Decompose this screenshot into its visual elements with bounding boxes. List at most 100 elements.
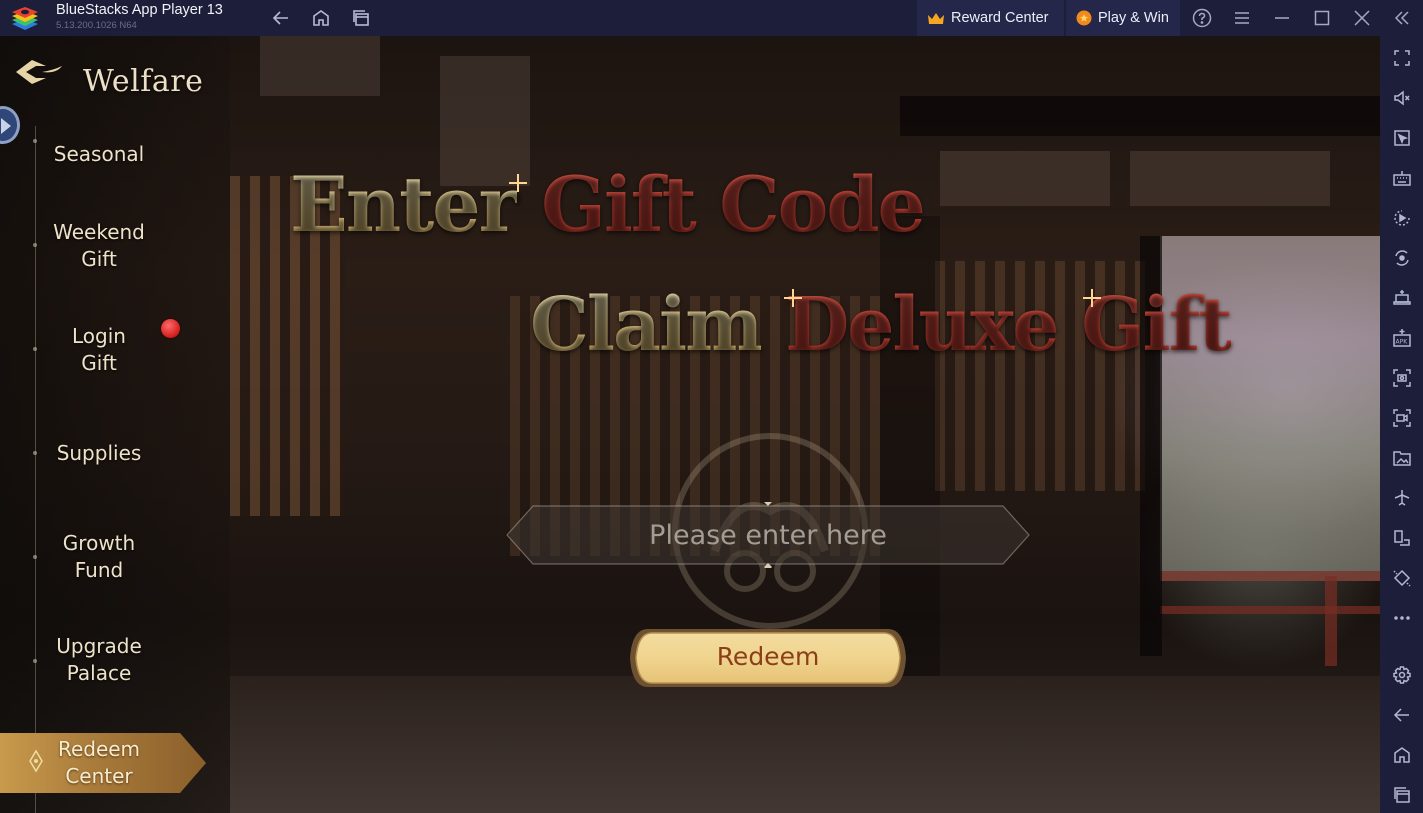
minimize-icon <box>1275 17 1289 19</box>
macro-button[interactable] <box>1390 206 1413 229</box>
welfare-emblem-icon <box>16 60 62 84</box>
volume-mute-icon <box>1393 89 1410 106</box>
headline-claim-deluxe-gift: Claim Deluxe Gift <box>530 282 1233 368</box>
menu-item-label: Seasonal Sign-in <box>53 142 145 166</box>
android-recent-apps-button[interactable] <box>1390 783 1413 806</box>
reward-center-label: Reward Center <box>951 10 1049 26</box>
more-button[interactable] <box>1390 606 1413 629</box>
collapse-sidebar-button[interactable] <box>1390 6 1414 30</box>
headline-red-text: Gift Code <box>541 160 926 249</box>
menu-item-redeem-center[interactable]: Redeem Center <box>0 731 206 795</box>
media-folder-icon <box>1392 450 1411 466</box>
notification-dot <box>161 319 180 338</box>
background-beam <box>900 96 1380 136</box>
sync-button[interactable] <box>1390 246 1413 269</box>
play-win-coin-icon <box>1076 10 1092 26</box>
keyboard-controls-icon <box>1392 170 1411 186</box>
game-controls-icon <box>1392 289 1411 305</box>
close-icon <box>1354 10 1370 26</box>
background-railing <box>1160 571 1380 581</box>
maximize-icon <box>1314 10 1330 26</box>
sync-icon <box>1394 249 1409 266</box>
menu-item-label: Redeem Center <box>57 737 141 788</box>
help-button[interactable] <box>1190 6 1214 30</box>
multi-instance-button[interactable] <box>1390 526 1413 549</box>
svg-text:APK: APK <box>1395 338 1408 345</box>
macro-record-icon <box>1393 209 1410 226</box>
sparkle-icon <box>509 174 527 192</box>
menu-item-growth-fund[interactable]: Growth Fund <box>30 530 168 584</box>
recent-apps-icon <box>353 10 369 26</box>
media-folder-button[interactable] <box>1390 446 1413 469</box>
headline-gold-text: Enter <box>290 160 519 249</box>
install-apk-button[interactable]: APK <box>1390 326 1413 349</box>
reward-center-button[interactable]: Reward Center <box>917 0 1064 36</box>
background-railing <box>1160 606 1380 614</box>
screenshot-icon <box>1392 368 1411 387</box>
menu-item-seasonal-sign-in[interactable]: Seasonal Sign-in <box>30 118 168 168</box>
fullscreen-button[interactable] <box>1390 46 1413 69</box>
play-and-win-button[interactable]: Play & Win <box>1066 0 1180 36</box>
gift-code-input[interactable] <box>543 512 993 558</box>
recent-apps-button[interactable] <box>349 6 373 30</box>
bluestacks-logo-icon <box>12 7 38 30</box>
background-window <box>1130 151 1330 206</box>
collapse-sidebar-icon <box>1394 11 1409 25</box>
multi-instance-icon <box>1393 529 1410 546</box>
android-back-button[interactable] <box>1390 703 1413 726</box>
right-toolbar: APK <box>1380 36 1423 813</box>
crown-icon <box>928 13 944 24</box>
app-title: BlueStacks App Player 13 <box>56 2 223 18</box>
fullscreen-icon <box>1393 49 1410 66</box>
menu-item-upgrade-palace[interactable]: Upgrade Palace <box>30 633 168 687</box>
pointer-icon <box>1393 129 1410 146</box>
airplane-mode-button[interactable] <box>1390 486 1413 509</box>
headline-gold-text: Claim <box>530 282 763 368</box>
screenshot-button[interactable] <box>1390 366 1413 389</box>
background-window <box>260 36 380 96</box>
pointer-button[interactable] <box>1390 126 1413 149</box>
welfare-title: Welfare <box>83 64 204 99</box>
play-and-win-label: Play & Win <box>1098 10 1169 26</box>
back-icon <box>1393 707 1409 722</box>
help-icon <box>1192 8 1212 28</box>
menu-item-weekend-gift[interactable]: Weekend Gift <box>30 219 168 273</box>
headline-red-text: Deluxe Gift <box>785 282 1232 368</box>
more-icon <box>1393 615 1410 620</box>
keyboard-controls-button[interactable] <box>1390 166 1413 189</box>
sparkle-icon <box>784 289 802 307</box>
rotate-button[interactable] <box>1390 566 1413 589</box>
android-home-button[interactable] <box>1390 743 1413 766</box>
close-button[interactable] <box>1350 6 1374 30</box>
menu-icon <box>1235 12 1249 24</box>
sparkle-icon <box>1083 289 1101 307</box>
redeem-button-label: Redeem <box>716 642 820 671</box>
game-viewport: Welfare Seasonal Sign-in Weekend Gift Lo… <box>0 36 1380 813</box>
minimize-button[interactable] <box>1270 6 1294 30</box>
gift-code-field[interactable] <box>503 502 1033 568</box>
game-controls-button[interactable] <box>1390 286 1413 309</box>
menu-button[interactable] <box>1230 6 1254 30</box>
redeem-button[interactable]: Redeem <box>626 625 910 691</box>
settings-button[interactable] <box>1390 663 1413 686</box>
background-floor <box>230 676 1380 813</box>
home-button[interactable] <box>309 6 333 30</box>
install-apk-icon: APK <box>1392 328 1411 347</box>
screen-record-button[interactable] <box>1390 406 1413 429</box>
headline-enter-gift-code: Enter Gift Code <box>290 160 926 249</box>
app-version: 5.13.200.1026 N64 <box>56 20 137 31</box>
screen-record-icon <box>1392 408 1411 427</box>
back-icon <box>272 11 288 25</box>
background-railing <box>1325 576 1337 666</box>
maximize-button[interactable] <box>1310 6 1334 30</box>
home-icon <box>1393 746 1410 763</box>
volume-button[interactable] <box>1390 86 1413 109</box>
background-window <box>940 151 1110 206</box>
back-button[interactable] <box>269 6 293 30</box>
airplane-mode-icon <box>1394 489 1409 506</box>
menu-item-supplies[interactable]: Supplies <box>30 440 168 467</box>
settings-icon <box>1392 665 1411 684</box>
recent-apps-icon <box>1393 786 1410 803</box>
menu-item-login-gift[interactable]: Login Gift <box>30 323 168 377</box>
rotate-icon <box>1392 569 1411 587</box>
